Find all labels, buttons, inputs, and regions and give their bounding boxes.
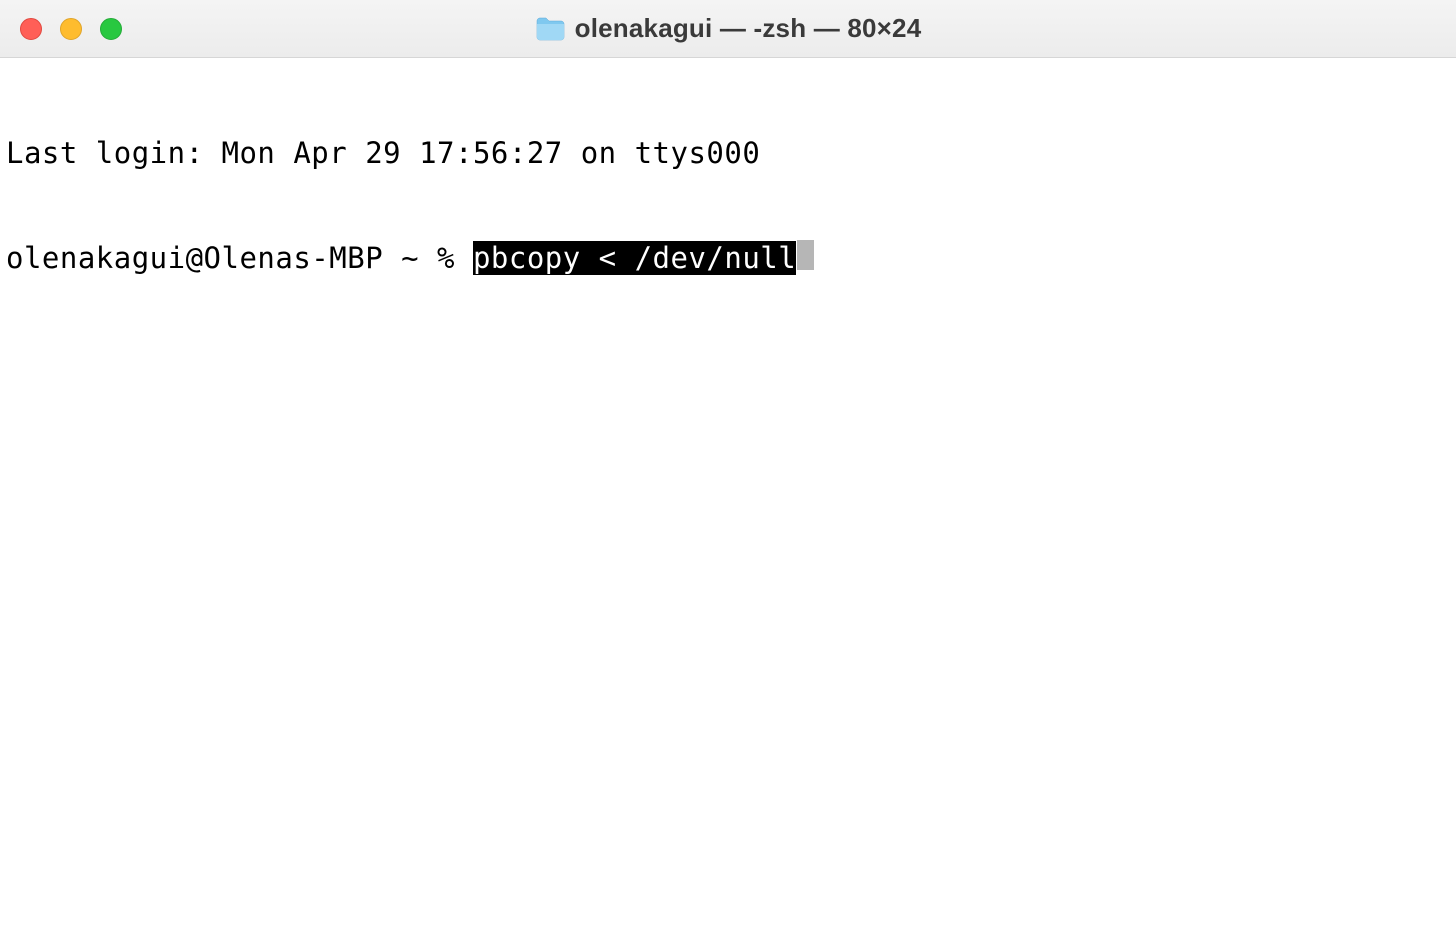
window-titlebar: olenakagui — -zsh — 80×24 <box>0 0 1456 58</box>
folder-icon <box>535 17 565 41</box>
window-title-wrap: olenakagui — -zsh — 80×24 <box>0 13 1456 44</box>
zoom-button[interactable] <box>100 18 122 40</box>
shell-prompt: olenakagui@Olenas-MBP ~ % <box>6 241 473 275</box>
cursor <box>797 240 814 270</box>
last-login-line: Last login: Mon Apr 29 17:56:27 on ttys0… <box>6 136 1450 170</box>
close-button[interactable] <box>20 18 42 40</box>
traffic-lights <box>0 18 122 40</box>
window-title: olenakagui — -zsh — 80×24 <box>575 13 922 44</box>
prompt-line: olenakagui@Olenas-MBP ~ % pbcopy < /dev/… <box>6 238 1450 275</box>
minimize-button[interactable] <box>60 18 82 40</box>
terminal-content[interactable]: Last login: Mon Apr 29 17:56:27 on ttys0… <box>0 58 1456 319</box>
command-text[interactable]: pbcopy < /dev/null <box>473 241 796 275</box>
